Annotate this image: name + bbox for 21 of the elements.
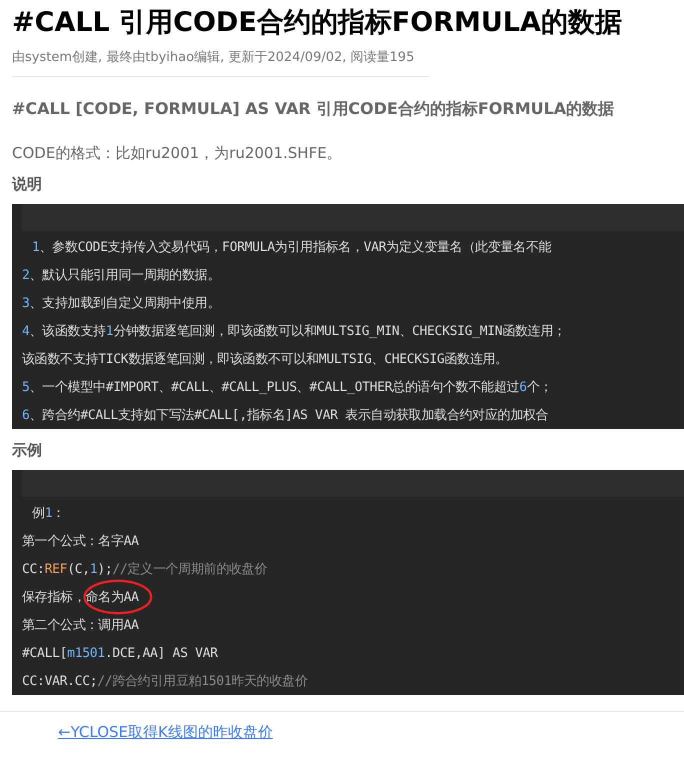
code-line: 2、默认只能引用同一周期的数据。 [22, 267, 220, 284]
page-meta: 由system创建, 最终由tbyihao编辑, 更新于2024/09/02, 阅读量195 [12, 48, 430, 77]
code-line: 1、参数CODE支持传入交易代码，FORMULA为引用指标名，VAR为定义变量名（此变量名不能 [32, 239, 552, 256]
code-line: CC:REF(C,1);//定义一个周期前的收盘价 [22, 561, 268, 578]
section-title: #CALL [CODE, FORMULA] AS VAR 引用CODE合约的指标FORMULA的数据 [12, 99, 616, 120]
code-line: 4、该函数支持1分钟数据逐笔回测，即该函数可以和MULTSIG_MIN、CHECKSIG_MIN函数连用； [22, 323, 566, 340]
page-title: #CALL 引用CODE合约的指标FORMULA的数据 [12, 6, 623, 40]
code-line: 第一个公式：名字AA [22, 533, 139, 550]
code-line: 保存指标，命名为AA [22, 588, 139, 606]
section-heading: 示例 [12, 441, 43, 460]
code-line: 第二个公式：调用AA [22, 617, 139, 634]
section-heading: 说明 [12, 175, 43, 194]
code-line: 该函数不支持TICK数据逐笔回测，即该函数不可以和MULTSIG、CHECKSIG函数连用。 [22, 351, 508, 368]
code-line: 5、一个模型中#IMPORT、#CALL、#CALL_PLUS、#CALL_OTHER总的语句个数不能超过6个； [22, 379, 552, 396]
previous-article-link[interactable]: ←YCLOSE取得K线图的昨收盘价 [58, 723, 273, 741]
format-text: CODE的格式：比如ru2001，为ru2001.SHFE。 [12, 144, 343, 163]
code-line: 例1： [32, 505, 65, 522]
code-line: 6、跨合约#CALL支持如下写法#CALL[,指标名]AS VAR 表示自动获取加载合约对应的加权合 [22, 407, 548, 424]
code-line: #CALL[m1501.DCE,AA] AS VAR [22, 646, 218, 660]
code-line: CC:VAR.CC;//跨合约引用豆粕1501昨天的收盘价 [22, 673, 308, 690]
code-line: 3、支持加载到自定义周期中使用。 [22, 295, 220, 312]
